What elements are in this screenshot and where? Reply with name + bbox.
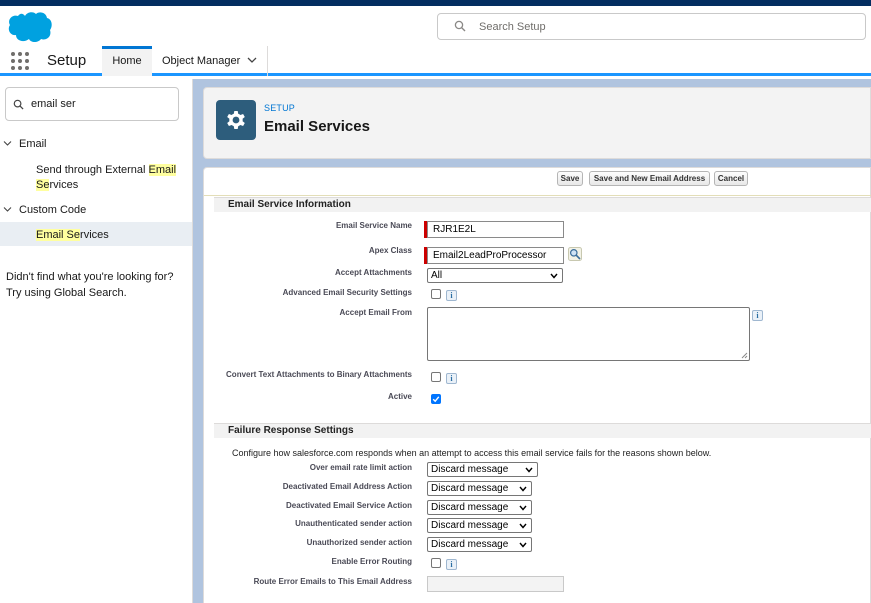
item-text: Send through External [36,164,149,176]
service-name-label: Email Service Name [335,221,412,230]
item-highlight: Email [148,164,177,176]
chevron-down-icon[interactable] [3,206,12,213]
salesforce-logo-icon[interactable] [5,10,53,44]
deactivated-address-label: Deactivated Email Address Action [282,482,412,491]
gear-icon [227,111,245,129]
tab-object-manager[interactable]: Object Manager [152,46,268,76]
chevron-down-icon[interactable] [247,56,257,64]
item-text: rvices [80,229,109,241]
select-value: All [431,270,443,281]
page-title: Email Services [264,118,370,135]
accept-attachments-label: Accept Attachments [334,268,412,277]
info-icon[interactable]: i [446,373,457,384]
item-text: rvices [49,179,79,191]
lookup-icon[interactable] [568,247,582,261]
active-label: Active [387,392,412,401]
enable-error-routing-checkbox[interactable] [431,558,441,568]
tree-group-label: Custom Code [19,204,87,216]
apex-class-field[interactable]: Email2LeadProProcessor [427,247,564,264]
select-value: Discard message [431,483,509,494]
info-icon[interactable]: i [446,559,457,570]
quick-find-value: email ser [31,98,76,110]
select-value: Discard message [431,520,509,531]
active-checkbox[interactable] [431,394,441,404]
tab-object-manager-label: Object Manager [162,55,241,67]
unauthorized-sender-select[interactable]: Discard message [427,537,532,552]
tab-home[interactable]: Home [102,46,152,76]
deactivated-service-select[interactable]: Discard message [427,500,532,515]
checkmark-icon [432,396,440,403]
save-button[interactable]: Save [557,171,583,186]
tree-group-label: Email [19,138,47,150]
chevron-down-icon [525,467,533,473]
button-row: Save Save and New Email Address Cancel [204,168,871,196]
search-icon [454,20,466,32]
sidebar-item-email-services[interactable]: Email Services [36,228,186,243]
search-icon [13,99,24,110]
info-icon[interactable]: i [752,310,763,321]
item-highlight: Se [36,179,50,191]
chevron-down-icon [519,486,527,492]
main-content: SETUP Email Services Save Save and New E… [193,79,871,603]
unauthenticated-sender-label: Unauthenticated sender action [295,519,412,528]
over-rate-limit-select[interactable]: Discard message [427,462,538,477]
breadcrumb[interactable]: SETUP [264,103,295,113]
select-value: Discard message [431,464,509,475]
failure-description: Configure how salesforce.com responds wh… [232,448,712,458]
page-header: SETUP Email Services [203,87,871,159]
deactivated-address-select[interactable]: Discard message [427,481,532,496]
chevron-down-icon [550,273,558,279]
chevron-down-icon [519,505,527,511]
cancel-button[interactable]: Cancel [714,171,748,186]
over-rate-limit-label: Over email rate limit action [309,463,412,472]
help-line: Didn't find what you're looking for? [6,271,174,283]
route-error-emails-field [427,576,564,592]
info-icon[interactable]: i [446,290,457,301]
section-header-email-service-information: Email Service Information [214,197,871,212]
accept-email-from-label: Accept Email From [339,308,412,317]
tree-group-email[interactable]: Email [0,138,47,150]
chevron-down-icon [519,542,527,548]
email-service-form: Save Save and New Email Address Cancel E… [203,167,871,603]
section-header-failure-response: Failure Response Settings [214,423,871,438]
tree-group-custom-code[interactable]: Custom Code [0,204,86,216]
service-name-field[interactable]: RJR1E2L [427,221,564,238]
select-value: Discard message [431,539,509,550]
save-and-new-button[interactable]: Save and New Email Address [589,171,710,186]
search-placeholder: Search Setup [479,21,546,33]
no-results-help: Didn't find what you're looking for? Try… [6,269,173,301]
route-error-emails-label: Route Error Emails to This Email Address [253,577,412,586]
advanced-security-checkbox[interactable] [431,289,441,299]
quick-find-input[interactable]: email ser [5,87,179,121]
convert-attachments-checkbox[interactable] [431,372,441,382]
deactivated-service-label: Deactivated Email Service Action [286,501,412,510]
convert-attachments-label: Convert Text Attachments to Binary Attac… [226,370,412,379]
chevron-down-icon[interactable] [3,140,12,147]
nav-bar: Setup Home Object Manager [0,46,871,76]
apex-class-label: Apex Class [368,246,412,255]
global-header: Search Setup [0,6,871,46]
page-icon [216,100,256,140]
item-highlight: Email Se [36,229,81,241]
app-launcher-icon[interactable] [11,52,29,70]
accept-attachments-select[interactable]: All [427,268,563,283]
sidebar-item-send-through-external-email-services[interactable]: Send through External Email Services [36,163,186,193]
accept-email-from-textarea[interactable] [427,307,750,361]
select-value: Discard message [431,502,509,513]
setup-sidebar: email ser Email Send through External Em… [0,79,193,603]
unauthenticated-sender-select[interactable]: Discard message [427,518,532,533]
advanced-security-label: Advanced Email Security Settings [282,288,412,297]
unauthorized-sender-label: Unauthorized sender action [306,538,412,547]
resize-grip-icon[interactable] [741,352,748,359]
enable-error-routing-label: Enable Error Routing [331,557,412,566]
global-search-input[interactable]: Search Setup [437,13,866,40]
help-line: Try using Global Search. [6,287,127,299]
chevron-down-icon [519,523,527,529]
app-name: Setup [47,52,87,69]
